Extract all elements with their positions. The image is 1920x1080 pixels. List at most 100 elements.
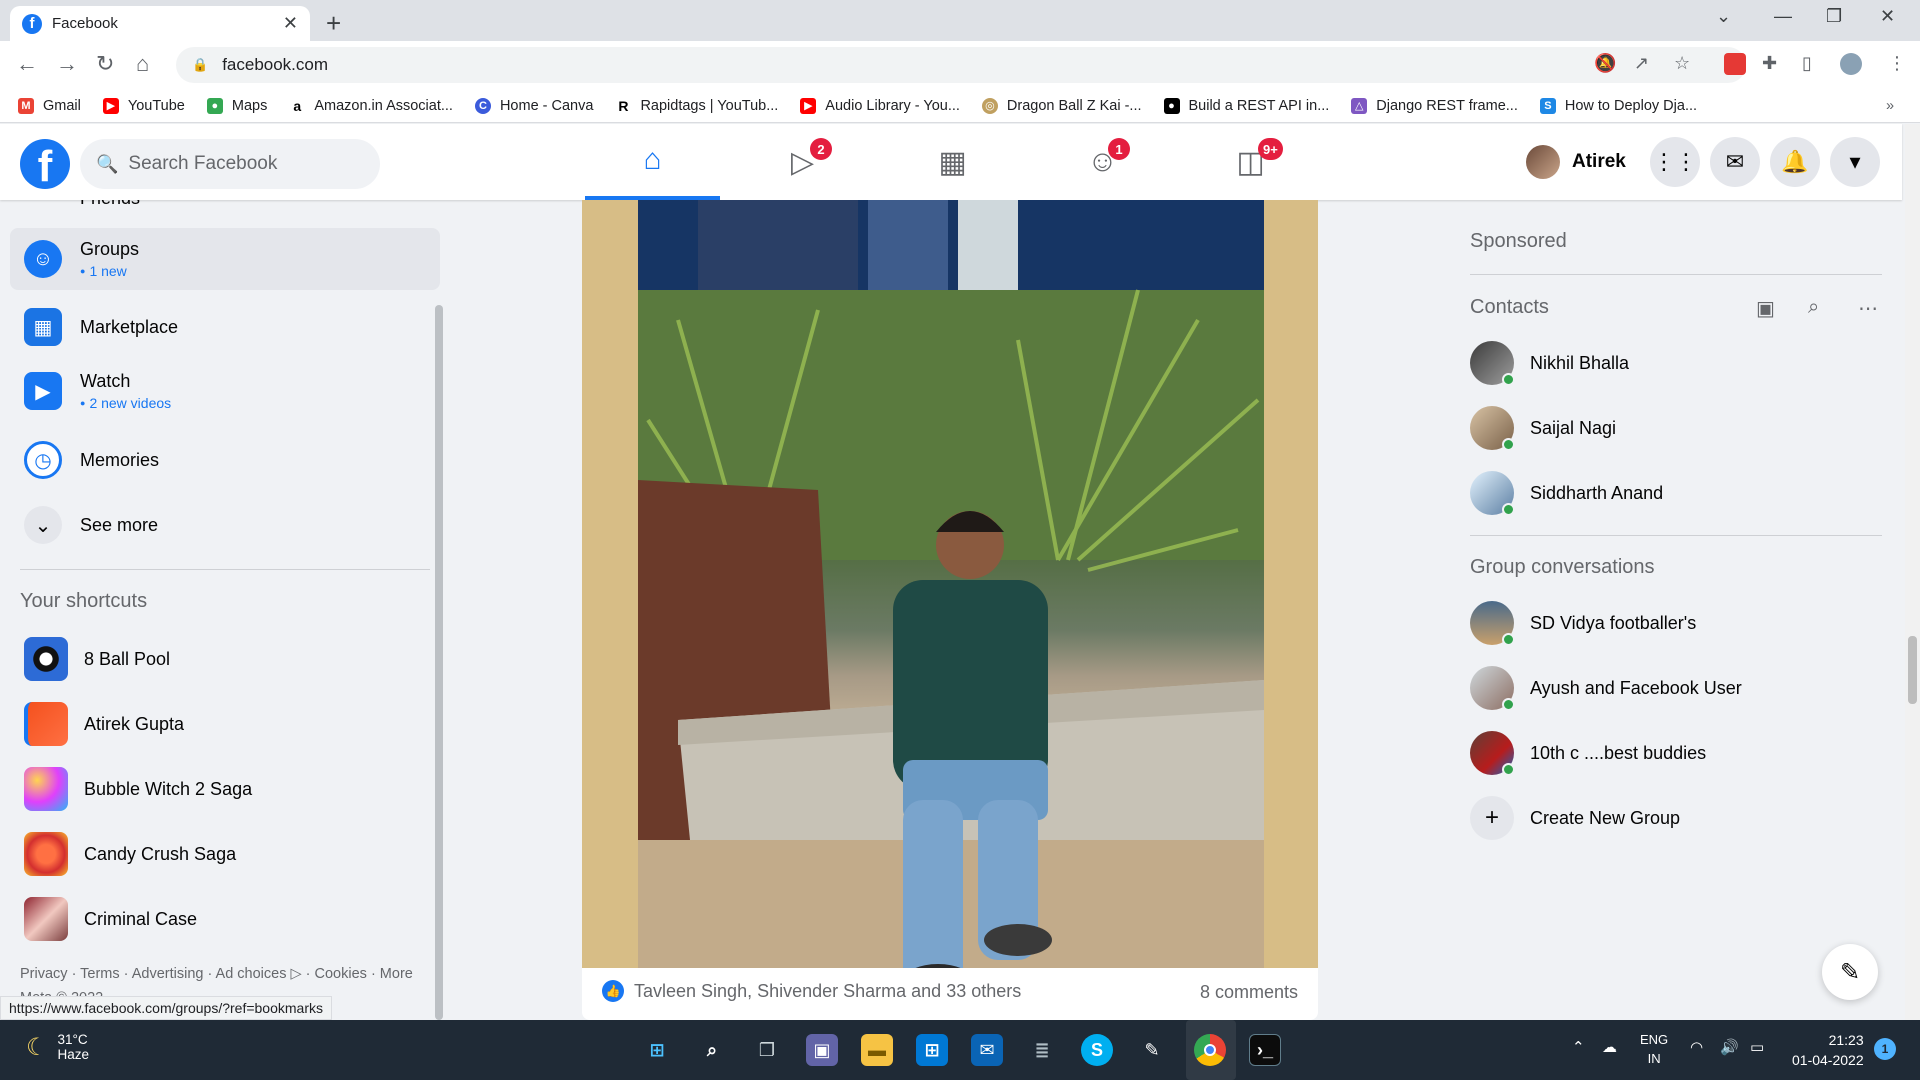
bookmark-audio-library[interactable]: ▶ Audio Library - You...: [800, 97, 960, 114]
group-10th-c-best-buddies[interactable]: 10th c ....best buddies: [1470, 727, 1890, 779]
notification-count-badge[interactable]: 1: [1874, 1038, 1896, 1060]
shortcut-bubble-witch[interactable]: Bubble Witch 2 Saga: [10, 758, 440, 820]
terminal-icon[interactable]: ›_: [1249, 1034, 1281, 1066]
skype-icon[interactable]: S: [1081, 1034, 1113, 1066]
chrome-icon[interactable]: [1194, 1034, 1226, 1066]
battery-icon[interactable]: ▭: [1750, 1038, 1764, 1056]
close-window-icon[interactable]: ✕: [1880, 6, 1895, 27]
see-more-button[interactable]: ⌄ See more: [10, 494, 440, 556]
file-explorer-icon[interactable]: ▬: [861, 1034, 893, 1066]
teams-icon[interactable]: ▣: [806, 1034, 838, 1066]
group-ayush-facebook-user[interactable]: Ayush and Facebook User: [1470, 662, 1890, 714]
account-menu-button[interactable]: ▾: [1830, 137, 1880, 187]
tab-groups[interactable]: ☺: [1035, 124, 1170, 200]
sidebar-item-watch[interactable]: ▶ Watch2 new videos: [10, 360, 440, 422]
close-tab-icon[interactable]: ✕: [283, 13, 298, 34]
minimize-icon[interactable]: —: [1774, 6, 1792, 27]
tab-marketplace[interactable]: ▦: [885, 124, 1020, 200]
shortcut-8-ball-pool[interactable]: 8 Ball Pool: [10, 628, 440, 690]
notifications-blocked-icon[interactable]: 🔕: [1594, 53, 1616, 74]
address-bar[interactable]: 🔒 facebook.com: [176, 47, 1746, 83]
bookmark-dragon-ball[interactable]: ◎ Dragon Ball Z Kai -...: [981, 97, 1142, 114]
browser-tab[interactable]: f Facebook ✕: [10, 6, 310, 41]
search-facebook-input[interactable]: 🔍 Search Facebook: [80, 139, 380, 189]
facebook-logo-icon[interactable]: f: [20, 139, 70, 189]
forward-icon[interactable]: →: [56, 51, 78, 77]
bookmark-star-icon[interactable]: ☆: [1674, 53, 1690, 74]
tab-search-chevron-icon[interactable]: ⌄: [1716, 6, 1731, 27]
extensions-puzzle-icon[interactable]: ✚: [1762, 53, 1777, 74]
bookmark-maps[interactable]: ● Maps: [206, 97, 267, 114]
post-photo[interactable]: [582, 200, 1318, 968]
new-tab-icon[interactable]: +: [326, 8, 341, 39]
search-icon[interactable]: ⌕: [696, 1034, 728, 1066]
tab-gaming[interactable]: ◫: [1183, 124, 1318, 200]
tab-home[interactable]: ⌂: [585, 124, 720, 200]
django-icon: △: [1351, 97, 1368, 114]
microsoft-store-icon[interactable]: ⊞: [916, 1034, 948, 1066]
reload-icon[interactable]: ↻: [96, 51, 114, 77]
new-message-button[interactable]: ✎: [1822, 944, 1878, 1000]
windows-start-icon[interactable]: ⊞: [641, 1034, 673, 1066]
scrollbar-thumb[interactable]: [1908, 636, 1917, 704]
left-scrollbar[interactable]: [435, 305, 443, 1020]
page-scrollbar[interactable]: [1905, 124, 1920, 1020]
onedrive-icon[interactable]: ☁: [1602, 1038, 1617, 1056]
sidebar-item-memories[interactable]: ◷ Memories: [10, 429, 440, 491]
side-panel-icon[interactable]: ▯: [1802, 53, 1812, 74]
shortcut-candy-crush[interactable]: Candy Crush Saga: [10, 823, 440, 885]
chevron-up-icon[interactable]: ⌃: [1572, 1038, 1585, 1056]
bookmark-gmail[interactable]: M Gmail: [18, 97, 81, 114]
bookmark-rest-api[interactable]: ● Build a REST API in...: [1163, 97, 1329, 114]
comments-count[interactable]: 8 comments: [1200, 982, 1298, 1003]
shortcut-criminal-case[interactable]: Criminal Case: [10, 888, 440, 950]
menu-grid-button[interactable]: ⋮⋮: [1650, 137, 1700, 187]
contact-saijal-nagi[interactable]: Saijal Nagi: [1470, 402, 1890, 454]
tab-watch[interactable]: ▷: [735, 124, 870, 200]
bookmark-canva[interactable]: C Home - Canva: [474, 97, 593, 114]
new-room-video-icon[interactable]: ▣: [1756, 296, 1775, 321]
bookmark-amazon[interactable]: a Amazon.in Associat...: [289, 97, 453, 114]
messenger-button[interactable]: ✉: [1710, 137, 1760, 187]
back-icon[interactable]: ←: [16, 51, 38, 77]
language-indicator[interactable]: ENG IN: [1640, 1030, 1668, 1068]
weather-widget[interactable]: ☾ 31°C Haze: [26, 1032, 89, 1062]
search-contacts-icon[interactable]: ⌕: [1808, 296, 1819, 319]
home-icon: ⌂: [643, 143, 662, 176]
mail-icon[interactable]: ✉: [971, 1034, 1003, 1066]
more-bookmarks-icon[interactable]: »: [1886, 98, 1894, 114]
notepad-icon[interactable]: ✎: [1136, 1034, 1168, 1066]
database-icon[interactable]: ≣: [1026, 1034, 1058, 1066]
home-icon[interactable]: ⌂: [136, 51, 149, 77]
task-view-icon[interactable]: ❐: [751, 1034, 783, 1066]
shortcut-atirek-gupta[interactable]: Atirek Gupta: [10, 693, 440, 755]
bookmark-rapidtags[interactable]: R Rapidtags | YouTub...: [615, 97, 778, 114]
notifications-button[interactable]: 🔔: [1770, 137, 1820, 187]
extension-tb-icon[interactable]: [1724, 53, 1746, 75]
profile-chip[interactable]: Atirek: [1526, 142, 1626, 182]
grid-icon: ⋮⋮: [1653, 149, 1697, 174]
friends-label-partial[interactable]: Friends: [80, 200, 140, 209]
photo-illustration: [638, 200, 1264, 968]
profile-avatar-icon[interactable]: [1840, 53, 1862, 75]
share-icon[interactable]: ↗: [1634, 53, 1649, 74]
create-new-group-button[interactable]: + Create New Group: [1470, 792, 1890, 844]
system-clock[interactable]: 21:23 01-04-2022: [1792, 1030, 1864, 1070]
bookmarks-bar: M Gmail ▶ YouTube ● Maps a Amazon.in Associa…: [0, 89, 1920, 123]
lock-icon[interactable]: 🔒: [192, 57, 208, 73]
footer-links[interactable]: Privacy · Terms · Advertising · Ad choic…: [20, 966, 413, 982]
volume-icon[interactable]: 🔊: [1720, 1038, 1739, 1056]
more-options-icon[interactable]: ⋯: [1858, 296, 1878, 321]
contact-nikhil-bhalla[interactable]: Nikhil Bhalla: [1470, 337, 1890, 389]
reactions-summary[interactable]: 👍 Tavleen Singh, Shivender Sharma and 33…: [602, 980, 1021, 1002]
wifi-icon[interactable]: ◠: [1690, 1038, 1703, 1056]
chrome-menu-icon[interactable]: ⋮: [1888, 53, 1906, 74]
contact-siddharth-anand[interactable]: Siddharth Anand: [1470, 467, 1890, 519]
group-sd-vidya[interactable]: SD Vidya footballer's: [1470, 597, 1890, 649]
bookmark-django-rest[interactable]: △ Django REST frame...: [1351, 97, 1518, 114]
bookmark-youtube[interactable]: ▶ YouTube: [102, 97, 185, 114]
sidebar-item-groups[interactable]: ☺ Groups1 new: [10, 228, 440, 290]
restore-icon[interactable]: ❐: [1826, 6, 1842, 27]
sidebar-item-marketplace[interactable]: ▦ Marketplace: [10, 296, 440, 358]
bookmark-deploy-django[interactable]: S How to Deploy Dja...: [1539, 97, 1697, 114]
